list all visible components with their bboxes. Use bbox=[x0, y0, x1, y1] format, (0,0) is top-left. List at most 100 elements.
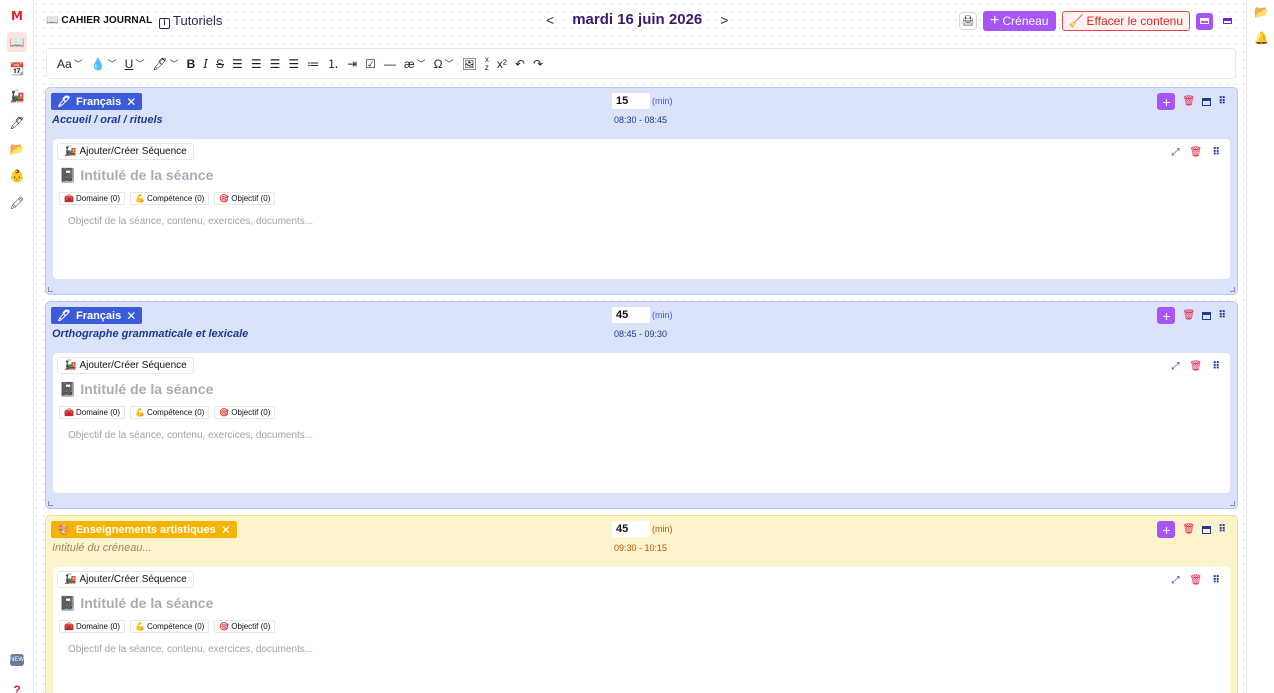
add-sequence-button[interactable]: 🚂 Ajouter/Créer Séquence bbox=[57, 143, 194, 160]
collapse-icon[interactable] bbox=[1202, 311, 1212, 320]
app-logo-icon[interactable]: M bbox=[7, 6, 27, 26]
horizontal-rule-icon[interactable]: — bbox=[384, 57, 396, 71]
remove-subject-icon[interactable]: ✕ bbox=[126, 309, 136, 323]
top-header: 📖 CAHIER JOURNAL i Tutoriels < mardi 16 j… bbox=[46, 10, 1236, 34]
expand-icon[interactable]: ⤢ bbox=[1171, 361, 1179, 372]
remove-subject-icon[interactable]: ✕ bbox=[221, 523, 231, 537]
time-range: 09:30 - 10:15 bbox=[614, 543, 668, 553]
resize-handle-right[interactable] bbox=[1230, 501, 1235, 506]
highlight-dropdown[interactable]: 🖊 ﹀ bbox=[152, 57, 178, 71]
align-right-icon[interactable]: ☰ bbox=[270, 57, 281, 71]
objectif-badge[interactable]: 🎯 Objectif (0) bbox=[214, 192, 276, 205]
red-pencil-icon[interactable]: 🖍 bbox=[7, 193, 27, 213]
add-session-button[interactable]: + bbox=[1157, 307, 1176, 324]
symbols-dropdown[interactable]: Ω ﹀ bbox=[434, 57, 454, 71]
print-button[interactable]: 🖨 bbox=[959, 12, 978, 30]
text-color-dropdown[interactable]: 💧 ﹀ bbox=[91, 57, 117, 71]
slot-subtitle[interactable]: Intitulé du créneau... bbox=[52, 542, 152, 554]
book-icon[interactable]: 📖 bbox=[7, 32, 27, 52]
undo-icon[interactable]: ↶ bbox=[515, 57, 525, 71]
trash-icon[interactable]: 🗑 bbox=[1182, 96, 1195, 107]
align-left-icon[interactable]: ☰ bbox=[232, 57, 243, 71]
add-sequence-button[interactable]: 🚂 Ajouter/Créer Séquence bbox=[57, 571, 194, 588]
folder-icon[interactable]: 📂 bbox=[1254, 5, 1269, 19]
clear-content-button[interactable]: 🧹 Effacer le contenu bbox=[1061, 11, 1190, 31]
new-badge-icon[interactable]: NEW bbox=[10, 654, 24, 666]
duration-input[interactable] bbox=[612, 93, 650, 109]
help-icon[interactable]: ? bbox=[7, 680, 27, 693]
domaine-badge[interactable]: 🧰 Domaine (0) bbox=[59, 192, 125, 205]
collapse-icon[interactable] bbox=[1202, 97, 1212, 106]
prev-day-button[interactable]: < bbox=[546, 12, 554, 28]
drag-handle-icon[interactable]: ⠿ bbox=[1218, 524, 1226, 535]
trash-icon[interactable]: 🗑 bbox=[1189, 147, 1202, 158]
duration-input[interactable] bbox=[612, 307, 650, 323]
align-justify-icon[interactable]: ☰ bbox=[288, 57, 299, 71]
objectif-badge[interactable]: 🎯 Objectif (0) bbox=[214, 406, 276, 419]
domaine-badge[interactable]: 🧰 Domaine (0) bbox=[59, 406, 125, 419]
session-title-input[interactable]: 📓 Intitulé de la séance bbox=[59, 381, 213, 398]
slot-subtitle[interactable]: Accueil / oral / rituels bbox=[52, 114, 163, 126]
add-creneau-button[interactable]: + Créneau bbox=[983, 11, 1056, 31]
bold-button[interactable]: B bbox=[187, 57, 196, 71]
session-content-editor[interactable]: Objectif de la séance, contenu, exercice… bbox=[68, 216, 313, 227]
drag-handle-icon[interactable]: ⠿ bbox=[1218, 310, 1226, 321]
add-sequence-button[interactable]: 🚂 Ajouter/Créer Séquence bbox=[57, 357, 194, 374]
special-chars-dropdown[interactable]: æ ﹀ bbox=[404, 57, 426, 71]
drag-handle-icon[interactable]: ⠿ bbox=[1212, 361, 1220, 372]
duration-input[interactable] bbox=[612, 521, 650, 537]
drag-handle-icon[interactable]: ⠿ bbox=[1212, 147, 1220, 158]
next-day-button[interactable]: > bbox=[720, 12, 728, 28]
subject-tag[interactable]: 🖊 Français ✕ bbox=[51, 307, 143, 324]
expand-icon[interactable]: ⤢ bbox=[1171, 147, 1179, 158]
drag-handle-icon[interactable]: ⠿ bbox=[1212, 575, 1220, 586]
resize-handle-left[interactable] bbox=[48, 287, 53, 292]
add-session-button[interactable]: + bbox=[1157, 93, 1176, 110]
remove-subject-icon[interactable]: ✕ bbox=[126, 95, 136, 109]
view-mode-compact-button[interactable] bbox=[1219, 13, 1236, 30]
add-session-button[interactable]: + bbox=[1157, 521, 1176, 538]
resize-handle-right[interactable] bbox=[1230, 287, 1235, 292]
objectif-badge[interactable]: 🎯 Objectif (0) bbox=[214, 620, 276, 633]
trash-icon[interactable]: 🗑 bbox=[1182, 524, 1195, 535]
numbered-list-icon[interactable]: ⒈ bbox=[327, 55, 339, 72]
trash-icon[interactable]: 🗑 bbox=[1189, 575, 1202, 586]
trash-icon[interactable]: 🗑 bbox=[1189, 361, 1202, 372]
train-icon[interactable]: 🚂 bbox=[7, 86, 27, 106]
session-content-editor[interactable]: Objectif de la séance, contenu, exercice… bbox=[68, 644, 313, 655]
drag-handle-icon[interactable]: ⠿ bbox=[1218, 96, 1226, 107]
tutorials-link[interactable]: i Tutoriels bbox=[159, 13, 222, 29]
superscript-button[interactable]: x² bbox=[497, 57, 507, 71]
underline-dropdown[interactable]: U ﹀ bbox=[125, 57, 145, 71]
calendar-icon[interactable]: 📆 bbox=[7, 59, 27, 79]
folder-icon[interactable]: 📂 bbox=[7, 139, 27, 159]
competence-badge[interactable]: 💪 Compétence (0) bbox=[129, 192, 210, 205]
font-size-dropdown[interactable]: Aa ﹀ bbox=[57, 57, 83, 71]
session-title-input[interactable]: 📓 Intitulé de la séance bbox=[59, 595, 213, 612]
domaine-badge[interactable]: 🧰 Domaine (0) bbox=[59, 620, 125, 633]
strikethrough-button[interactable]: S bbox=[216, 57, 224, 71]
italic-button[interactable]: I bbox=[203, 57, 208, 71]
competence-badge[interactable]: 💪 Compétence (0) bbox=[129, 620, 210, 633]
session-title-input[interactable]: 📓 Intitulé de la séance bbox=[59, 167, 213, 184]
trash-icon[interactable]: 🗑 bbox=[1182, 310, 1195, 321]
checklist-icon[interactable]: ☑ bbox=[365, 57, 376, 71]
collapse-icon[interactable] bbox=[1202, 525, 1212, 534]
bullet-list-icon[interactable]: ≔ bbox=[307, 57, 319, 71]
competence-badge[interactable]: 💪 Compétence (0) bbox=[129, 406, 210, 419]
view-mode-expanded-button[interactable] bbox=[1196, 12, 1213, 30]
expand-icon[interactable]: ⤢ bbox=[1171, 575, 1179, 586]
resize-handle-left[interactable] bbox=[48, 501, 53, 506]
slot-subtitle[interactable]: Orthographe grammaticale et lexicale bbox=[52, 328, 248, 340]
face-icon[interactable]: 👶 bbox=[7, 166, 27, 186]
subject-tag[interactable]: 🖊 Français ✕ bbox=[51, 93, 143, 110]
subject-tag[interactable]: 🎨 Enseignements artistiques ✕ bbox=[51, 521, 237, 538]
fraction-icon[interactable]: xz bbox=[485, 55, 489, 72]
image-icon[interactable]: 🖼 bbox=[462, 57, 477, 71]
session-content-editor[interactable]: Objectif de la séance, contenu, exercice… bbox=[68, 430, 313, 441]
bell-icon[interactable]: 🔔 bbox=[1254, 31, 1269, 45]
pencil-icon[interactable]: 🖊 bbox=[7, 113, 27, 133]
align-center-icon[interactable]: ☰ bbox=[251, 57, 262, 71]
indent-icon[interactable]: ⇥ bbox=[347, 57, 357, 71]
redo-icon[interactable]: ↷ bbox=[533, 57, 543, 71]
